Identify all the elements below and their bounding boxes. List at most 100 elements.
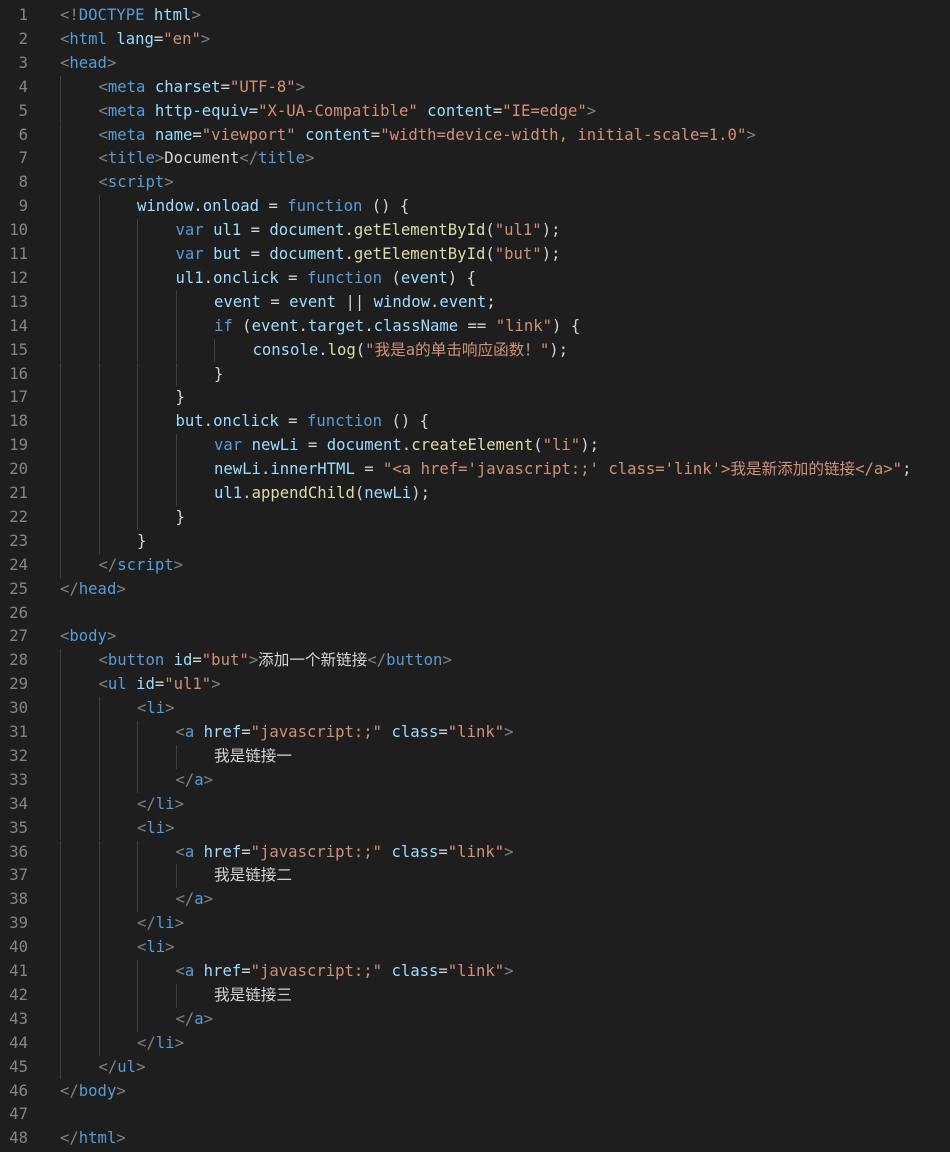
code-line[interactable]: 19 var newLi = document.createElement("li…: [0, 434, 950, 459]
code-line[interactable]: 42 我是链接三: [0, 983, 950, 1008]
code-line[interactable]: 4 <meta charset="UTF-8">: [0, 75, 950, 100]
code-line[interactable]: 28 <button id="but">添加一个新链接</button>: [0, 649, 950, 674]
code-line[interactable]: 27 <body>: [0, 625, 950, 649]
code-token: .: [298, 316, 308, 335]
code-line[interactable]: 23}: [0, 529, 950, 554]
indent-guide: [137, 338, 138, 363]
code-line[interactable]: 36 <a href="javascript:;" class="link">: [0, 840, 950, 865]
code-token: "ul1": [164, 675, 212, 694]
code-token: =: [220, 77, 230, 96]
code-line[interactable]: 6 <meta name="viewport" content="width=de…: [0, 123, 950, 148]
code-token: class: [391, 962, 439, 980]
code-line[interactable]: 39 </li>: [0, 912, 950, 937]
indent-guide: [60, 458, 61, 482]
indent-guide: [60, 960, 61, 984]
code-token: =: [259, 197, 288, 216]
code-line[interactable]: 7 <title>Document</title>: [0, 147, 950, 172]
code-line[interactable]: 25 </head>: [0, 578, 950, 602]
code-line[interactable]: 2 <html lang="en">: [0, 28, 950, 52]
code-token: >: [136, 1057, 146, 1076]
code-token: var: [175, 245, 204, 263]
indent-guide: [60, 912, 61, 937]
code-line[interactable]: 34 </li>: [0, 792, 950, 817]
indent-guide: [98, 744, 100, 769]
code-line[interactable]: 35 <li>: [0, 816, 950, 841]
code-line[interactable]: 45 </ul>: [0, 1055, 950, 1080]
code-line[interactable]: 13 event = event || window.event;: [0, 290, 950, 315]
indent-guide: [60, 1055, 61, 1080]
line-code: <script>: [99, 171, 174, 195]
code-line[interactable]: 41 <a href="javascript:;" class="link">: [0, 960, 950, 984]
code-token: >: [200, 29, 211, 48]
code-line[interactable]: 14 if (event.target.className == "link") …: [0, 314, 950, 339]
line-number: 39: [9, 914, 28, 933]
code-line[interactable]: 17}: [0, 386, 950, 411]
code-token: >: [106, 627, 117, 646]
indent-guide: [137, 864, 138, 889]
indent-guide: [98, 338, 100, 363]
code-line[interactable]: 16}: [0, 362, 950, 387]
code-line[interactable]: 11 var but = document.getElementById("but…: [0, 243, 950, 267]
code-line[interactable]: 33 </a>: [0, 768, 950, 793]
code-token: document: [269, 245, 345, 263]
code-line[interactable]: 47: [0, 1103, 950, 1127]
code-line[interactable]: 24 </script>: [0, 553, 950, 578]
code-token: </: [98, 1057, 118, 1076]
line-number: 10: [9, 221, 28, 240]
code-line[interactable]: 29 <ul id="ul1">: [0, 673, 950, 698]
code-line[interactable]: 20 newLi.innerHTML = "<a href='javascript…: [0, 458, 950, 482]
code-token: class: [391, 723, 439, 741]
code-line[interactable]: 8 <script>: [0, 171, 950, 196]
code-line[interactable]: 9 window.onload = function () {: [0, 195, 950, 220]
code-line[interactable]: 31 <a href="javascript:;" class="link">: [0, 721, 950, 745]
indent-guide: [60, 243, 61, 267]
code-token: .: [242, 484, 252, 502]
code-line[interactable]: 46 </body>: [0, 1080, 950, 1104]
code-token: a: [194, 770, 204, 789]
code-line[interactable]: 40 <li>: [0, 936, 950, 960]
code-line[interactable]: 3 <head>: [0, 52, 950, 76]
line-code: ul1.appendChild(newLi);: [214, 482, 430, 506]
code-token: </: [175, 890, 195, 909]
code-token: =: [192, 651, 202, 670]
code-token: ) {: [552, 316, 581, 335]
indent-guide: [98, 266, 100, 291]
code-token: function: [287, 197, 363, 216]
code-token: </: [137, 794, 156, 813]
code-line[interactable]: 37 我是链接二: [0, 864, 950, 889]
code-token: appendChild: [251, 484, 355, 502]
line-number: 18: [9, 412, 28, 431]
code-line[interactable]: 18 but.onclick = function () {: [0, 410, 950, 435]
code-line[interactable]: 15 console.log("我是a的单击响应函数！");: [0, 338, 950, 363]
code-line[interactable]: 32 我是链接一: [0, 744, 950, 769]
code-token: </: [137, 1033, 156, 1052]
code-line[interactable]: 1 <!DOCTYPE html>: [0, 4, 950, 28]
code-line[interactable]: 10 var ul1 = document.getElementById("ul1…: [0, 219, 950, 243]
code-token: </: [175, 770, 195, 789]
code-line[interactable]: 5 <meta http-equiv="X-UA-Compatible" cont…: [0, 99, 950, 124]
code-line[interactable]: 38 </a>: [0, 888, 950, 913]
code-editor[interactable]: 1 <!DOCTYPE html> 2 <html lang="en"> 3 <head>…: [0, 0, 950, 1152]
code-line[interactable]: 30 <li>: [0, 697, 950, 721]
line-code: </script>: [99, 554, 184, 578]
code-token: id: [173, 651, 193, 670]
code-token: "<a href='javascript:;' class='link'>我是新…: [383, 460, 903, 479]
code-line[interactable]: 21 ul1.appendChild(newLi);: [0, 482, 950, 506]
code-line[interactable]: 22}: [0, 505, 950, 530]
code-line[interactable]: 12 ul1.onclick = function (event) {: [0, 266, 950, 291]
code-token: () {: [382, 412, 430, 431]
line-number: 47: [9, 1105, 28, 1124]
indent-guide: [98, 983, 100, 1008]
code-line[interactable]: 44 </li>: [0, 1031, 950, 1056]
line-code: </head>: [60, 578, 126, 602]
code-token: >: [174, 914, 184, 933]
indent-guide: [60, 936, 61, 960]
code-line[interactable]: 43 </a>: [0, 1007, 950, 1032]
code-token: =: [278, 268, 307, 287]
code-line[interactable]: 26: [0, 602, 950, 626]
line-code: if (event.target.className == "link") {: [214, 315, 580, 339]
code-token: ul: [107, 675, 127, 694]
code-token: ul1: [214, 484, 243, 502]
code-line[interactable]: 48 </html>: [0, 1127, 950, 1151]
